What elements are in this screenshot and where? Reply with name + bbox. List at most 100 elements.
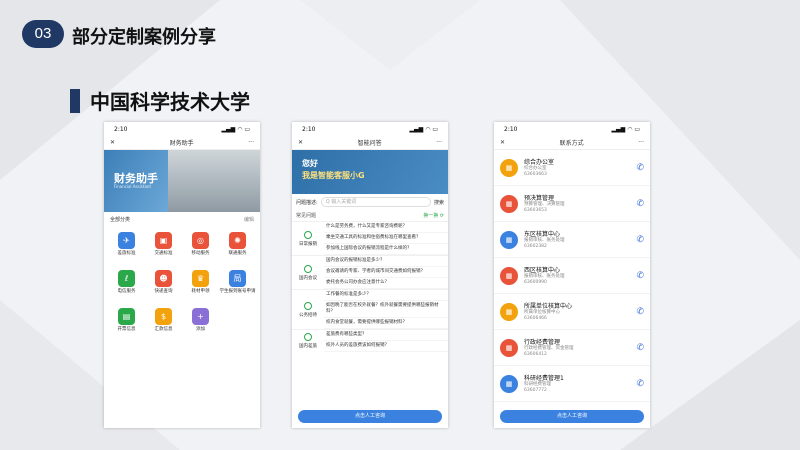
nav-bar: ✕ 财务助手 ··· (104, 136, 260, 150)
contact-row[interactable]: ▦ 预决算管理 预算管理、决算管理 63603653 ✆ (494, 186, 650, 222)
service-label: 快递查询 (154, 289, 173, 294)
close-icon[interactable]: ✕ (110, 139, 115, 146)
question-item[interactable]: 什么是劳务费，什么又是专家咨询费呢？ (324, 222, 448, 233)
signal-icon: ▂▄▆ ◠ ▭ (221, 125, 250, 133)
category-side[interactable]: 公务招待 (292, 290, 324, 329)
close-icon[interactable]: ✕ (500, 139, 505, 146)
status-bar: 2:10 ▂▄▆ ◠ ▭ (494, 122, 650, 136)
contact-sub2: 63606466 (524, 316, 547, 321)
service-item[interactable]: 局学生报到账号申请 (219, 267, 256, 305)
qa-banner: 您好 我是智能客服小G (292, 150, 448, 194)
close-icon[interactable]: ✕ (298, 139, 303, 146)
banner-greeting: 您好 (302, 159, 318, 168)
status-time: 2:10 (302, 125, 316, 133)
service-item[interactable]: ♛ 耗材申领 (182, 267, 219, 305)
contact-row[interactable]: ▦ 所属单位核算中心 所属单位核算中心 63606466 ✆ (494, 294, 650, 330)
contact-name: 行政经费管理 (524, 339, 561, 346)
edit-link[interactable]: 编辑 (244, 216, 254, 223)
question-item[interactable]: 如因晚了能否在校外就餐？校外就餐需要提供哪些报销材料？ (324, 301, 448, 318)
contact-info: 预决算管理 预算管理、决算管理 63603653 (524, 193, 636, 214)
service-icon: $ (155, 308, 172, 325)
phone-contacts: 2:10 ▂▄▆ ◠ ▭ ✕ 联系方式 ··· ▦ 综合办公室 综合办公室 636036… (494, 122, 650, 428)
service-item[interactable]: ▣ 交通标准 (145, 229, 182, 267)
faq-category: 日常报销 什么是劳务费，什么又是专家咨询费呢？ 乘坐交通工具的标准和住宿费标准在哪里… (292, 221, 448, 255)
service-label: 交通标准 (154, 251, 173, 256)
phone-icon[interactable]: ✆ (636, 163, 644, 173)
question-item[interactable]: 委托会务公司办会应注意什么？ (324, 278, 448, 289)
phone-icon[interactable]: ✆ (636, 271, 644, 281)
more-icon[interactable]: ··· (436, 139, 442, 146)
question-item[interactable]: 会议邀请的专家、学者的城市间交通费如何报销？ (324, 267, 448, 278)
search-button[interactable]: 搜索 (434, 199, 444, 206)
contact-avatar-icon: ▦ (500, 230, 518, 249)
contact-sub2: 63602382 (524, 244, 547, 249)
phone-icon[interactable]: ✆ (636, 307, 644, 317)
category-side[interactable]: 国内差旅 (292, 330, 324, 352)
contact-row[interactable]: ▦ 科研经费管理1 科研经费管理 63607772 ✆ (494, 366, 650, 402)
contact-row[interactable]: ▦ 综合办公室 综合办公室 63603663 ✆ (494, 150, 650, 186)
contact-sub2: 63603653 (524, 208, 547, 213)
service-item[interactable]: $ 汇款信息 (145, 305, 182, 343)
category-side[interactable]: 日常报销 (292, 222, 324, 255)
contact-name: 科研经费管理1 (524, 375, 564, 382)
question-item[interactable]: 国内会议的报销标准是多少？ (324, 256, 448, 267)
question-item[interactable]: 乘坐交通工具的标准和住宿费标准在哪里查看？ (324, 233, 448, 244)
faq-header: 常见问题 换一换 ⟳ (292, 210, 448, 221)
contact-sub2: 63607772 (524, 388, 547, 393)
service-label: 开票信息 (117, 327, 136, 332)
service-grid: ✈ 差旅标准 ▣ 交通标准 ◎ 移动服务 ✺ 联通服务 ℓ 电信服务 ☻ 快递查询 ♛ 耗材申领 局学生报到… (104, 227, 260, 345)
contact-list: ▦ 综合办公室 综合办公室 63603663 ✆ ▦ 预决算管理 预算管理、决算管理 63603… (494, 150, 650, 402)
contact-row[interactable]: ▦ 东区核算中心 报销审核、账务处理 63602382 ✆ (494, 222, 650, 258)
contact-info: 综合办公室 综合办公室 63603663 (524, 157, 636, 178)
search-input[interactable]: Q 输入关键词 (320, 197, 431, 207)
contact-sub2: 63606412 (524, 352, 547, 357)
question-list: 工作餐的标准是多少？ 如因晚了能否在校外就餐？校外就餐需要提供哪些报销材料？ 校内食… (324, 290, 448, 329)
more-icon[interactable]: ··· (638, 139, 644, 146)
contact-avatar-icon: ▦ (500, 302, 518, 321)
service-icon: ▤ (118, 308, 135, 325)
faq-categories: 日常报销 什么是劳务费，什么又是专家咨询费呢？ 乘坐交通工具的标准和住宿费标准在哪里… (292, 221, 448, 352)
contact-name: 东区核算中心 (524, 231, 561, 238)
status-time: 2:10 (114, 125, 128, 133)
service-item[interactable]: ℓ 电信服务 (108, 267, 145, 305)
nav-title: 智能问答 (357, 140, 382, 147)
contact-name: 预决算管理 (524, 195, 555, 202)
more-icon[interactable]: ··· (248, 139, 254, 146)
status-bar: 2:10 ▂▄▆ ◠ ▭ (104, 122, 260, 136)
contact-row[interactable]: ▦ 行政经费管理 行政经费管理、资金管理 63606412 ✆ (494, 330, 650, 366)
question-item[interactable]: 工作餐的标准是多少？ (324, 290, 448, 301)
question-list: 差旅费有哪些类型？ 校外人员的差旅费该如何报销？ (324, 330, 448, 352)
contact-info: 东区核算中心 报销审核、账务处理 63602382 (524, 229, 636, 250)
contact-avatar-icon: ▦ (500, 338, 518, 357)
human-consult-button[interactable]: 点击人工咨询 (500, 410, 644, 423)
contact-name: 综合办公室 (524, 159, 555, 166)
question-item[interactable]: 差旅费有哪些类型？ (324, 330, 448, 341)
banner-subtitle: Financial Assistant (114, 184, 152, 189)
contact-row[interactable]: ▦ 西区核算中心 报销审核、账务处理 63600990 ✆ (494, 258, 650, 294)
phone-icon[interactable]: ✆ (636, 343, 644, 353)
service-item[interactable]: ▤ 开票信息 (108, 305, 145, 343)
category-name: 日常报销 (299, 241, 317, 247)
category-name: 国内差旅 (299, 344, 317, 349)
refresh-link[interactable]: 换一换 ⟳ (423, 212, 444, 219)
service-icon: ℓ (118, 270, 135, 287)
question-item[interactable]: 参加线上国际会议的报销流程是什么样的？ (324, 244, 448, 255)
status-time: 2:10 (504, 125, 518, 133)
signal-icon: ▂▄▆ ◠ ▭ (611, 125, 640, 133)
phone-icon[interactable]: ✆ (636, 199, 644, 209)
phone-icon[interactable]: ✆ (636, 379, 644, 389)
phone-icon[interactable]: ✆ (636, 235, 644, 245)
service-item[interactable]: + 添加 (182, 305, 219, 343)
category-side[interactable]: 国内会议 (292, 256, 324, 289)
question-list: 国内会议的报销标准是多少？ 会议邀请的专家、学者的城市间交通费如何报销？ 委托会务公… (324, 256, 448, 289)
contact-info: 西区核算中心 报销审核、账务处理 63600990 (524, 265, 636, 286)
service-item[interactable]: ◎ 移动服务 (182, 229, 219, 267)
service-item[interactable]: ☻ 快递查询 (145, 267, 182, 305)
human-consult-button[interactable]: 点击人工咨询 (298, 410, 442, 423)
nav-bar: ✕ 联系方式 ··· (494, 136, 650, 150)
question-item[interactable]: 校内食堂就餐，需要提供哪些报销材料？ (324, 318, 448, 329)
service-item[interactable]: ✺ 联通服务 (219, 229, 256, 267)
question-item[interactable]: 校外人员的差旅费该如何报销？ (324, 341, 448, 352)
service-item[interactable]: ✈ 差旅标准 (108, 229, 145, 267)
contact-avatar-icon: ▦ (500, 158, 518, 177)
